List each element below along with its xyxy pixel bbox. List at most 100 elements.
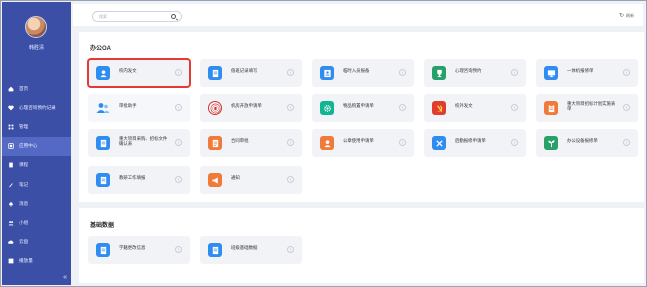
- app-card-label: 校外发文: [455, 103, 473, 108]
- search-placeholder: 搜索: [99, 14, 107, 19]
- chevron-right-icon: ›: [399, 104, 406, 111]
- chevron-right-icon: ›: [175, 176, 182, 183]
- contract-icon: [208, 136, 222, 150]
- tools-icon: [432, 136, 446, 150]
- sidebar-item-counseling-records[interactable]: 心理咨询预约记录: [2, 98, 71, 117]
- section-title: 办公OA: [90, 46, 112, 52]
- sidebar-item-label: 云盘: [19, 239, 29, 245]
- chevron-right-icon: ›: [175, 104, 182, 111]
- refresh-icon: ↻: [618, 13, 624, 19]
- app-card-all-in-one-repair[interactable]: 一体机报修单 ›: [536, 59, 638, 87]
- sidebar-item-cloud[interactable]: 云盘: [2, 233, 71, 252]
- app-card-label: 临时入员报备: [343, 68, 370, 73]
- collapse-sidebar-button[interactable]: «: [63, 274, 67, 281]
- home-icon: [8, 86, 14, 91]
- app-card-lab-open-request[interactable]: 机房开放申请单 ›: [200, 94, 302, 122]
- sidebar-item-group[interactable]: 小组: [2, 213, 71, 232]
- chevron-right-icon: ›: [175, 246, 182, 253]
- app-card-major-project-bid-plan[interactable]: 重大项目招标计划实施表单 ›: [536, 94, 638, 122]
- app-card-purchase-request[interactable]: 物品购置申请单 ›: [312, 94, 414, 122]
- app-card-approval-assistant[interactable]: 审批助手 ›: [88, 94, 190, 122]
- search-input[interactable]: 搜索: [92, 11, 182, 22]
- document-icon: [96, 136, 110, 150]
- app-card-label: 教研工作填报: [119, 175, 146, 180]
- top-bar: 搜索 ↻ 刷新: [73, 4, 643, 26]
- sidebar-item-label: 小组: [19, 219, 29, 225]
- app-card-student-status-change[interactable]: 学籍更改信息 ›: [88, 236, 190, 264]
- refresh-button[interactable]: ↻ 刷新: [618, 12, 634, 20]
- apps-icon: [8, 143, 14, 149]
- sidebar-item-app-center[interactable]: 应用中心: [2, 136, 71, 156]
- app-card-label: 一体机报修单: [567, 68, 594, 73]
- group-icon: [8, 221, 14, 226]
- sidebar-item-home[interactable]: 首页: [2, 79, 71, 98]
- avatar[interactable]: [25, 16, 47, 38]
- app-card-duty-log[interactable]: 值班记录填写 ›: [200, 59, 302, 87]
- app-card-logistics-repair[interactable]: 后勤报修申请单 ›: [424, 129, 526, 157]
- hammer-sickle-icon: [432, 101, 446, 115]
- chevron-right-icon: ›: [623, 104, 630, 111]
- app-card-external-document[interactable]: 校外发文 ›: [424, 94, 526, 122]
- sidebar-item-course[interactable]: 课程: [2, 156, 71, 175]
- document-icon: [208, 243, 222, 257]
- app-card-label: 办公设备报修单: [567, 138, 598, 143]
- app-card-notice[interactable]: 通知 ›: [200, 166, 302, 194]
- app-card-label: 校内发文: [119, 68, 137, 73]
- chart-icon: [8, 258, 14, 264]
- search-icon[interactable]: [171, 14, 176, 19]
- sidebar-item-plays[interactable]: 播放量: [2, 252, 71, 271]
- chevron-right-icon: ›: [399, 69, 406, 76]
- sidebar: 韩胜清 首页 心理咨询预约记录 管理 应用中心 课程 笔记 消息 小组 云盘 播…: [2, 2, 71, 285]
- heart-icon: [8, 105, 14, 111]
- chevron-right-icon: ›: [511, 69, 518, 76]
- app-card-teaching-research[interactable]: 教研工作填报 ›: [88, 166, 190, 194]
- plant-icon: [544, 136, 558, 150]
- grid-icon: [8, 124, 14, 130]
- app-card-label: 合同审批: [231, 138, 249, 143]
- id-card-icon: [320, 66, 334, 80]
- sidebar-item-label: 播放量: [19, 258, 33, 264]
- app-card-class-basic-data[interactable]: 班级基础数据 ›: [200, 236, 302, 264]
- sidebar-item-label: 首页: [19, 85, 29, 91]
- chevron-right-icon: ›: [175, 139, 182, 146]
- refresh-label: 刷新: [626, 12, 634, 18]
- pen-icon: [9, 182, 13, 187]
- app-card-label: 重大项目采购、招标文件确认表: [119, 136, 168, 146]
- sidebar-nav: 首页 心理咨询预约记录 管理 应用中心 课程 笔记 消息 小组 云盘 播放量: [2, 79, 71, 271]
- office-oa-panel: 办公OA 校内发文 › 值班记录填写 › 临时入员报备 › 心理咨询预约 › 一…: [79, 32, 644, 202]
- document-icon: [96, 173, 110, 187]
- app-card-label: 审批助手: [119, 103, 137, 108]
- app-card-counseling[interactable]: 心理咨询预约 ›: [424, 59, 526, 87]
- chevron-right-icon: ›: [287, 176, 294, 183]
- sidebar-item-label: 应用中心: [19, 143, 38, 149]
- app-card-temp-personnel[interactable]: 临时入员报备 ›: [312, 59, 414, 87]
- chevron-right-icon: ›: [399, 139, 406, 146]
- app-card-contract-approval[interactable]: 合同审批 ›: [200, 129, 302, 157]
- sidebar-item-manage[interactable]: 管理: [2, 117, 71, 136]
- sidebar-item-messages[interactable]: 消息: [2, 194, 71, 213]
- sidebar-item-notes[interactable]: 笔记: [2, 175, 71, 194]
- people-icon: [96, 101, 110, 115]
- app-card-major-project-bid-docs[interactable]: 重大项目采购、招标文件确认表 ›: [88, 129, 190, 157]
- document-icon: [208, 66, 222, 80]
- section-title: 基础数据: [90, 223, 115, 229]
- app-card-internal-document[interactable]: 校内发文 ›: [87, 58, 191, 88]
- username: 韩胜清: [28, 45, 44, 51]
- chevron-right-icon: ›: [623, 69, 630, 76]
- sidebar-item-label: 消息: [19, 200, 29, 206]
- app-card-label: 重大项目招标计划实施表单: [567, 101, 616, 111]
- app-card-seal-request[interactable]: 公章使用申请单 ›: [312, 129, 414, 157]
- app-card-label: 学籍更改信息: [119, 245, 146, 250]
- chevron-right-icon: ›: [287, 139, 294, 146]
- app-card-label: 公章使用申请单: [343, 138, 374, 143]
- chevron-right-icon: ›: [287, 69, 294, 76]
- sidebar-item-label: 心理咨询预约记录: [19, 104, 56, 110]
- app-card-office-equipment-repair[interactable]: 办公设备报修单 ›: [536, 129, 638, 157]
- app-card-label: 机房开放申请单: [231, 103, 262, 108]
- chevron-right-icon: ›: [623, 139, 630, 146]
- chevron-right-icon: ›: [287, 104, 294, 111]
- trophy-icon: [432, 66, 446, 80]
- clipboard-icon: [544, 101, 558, 115]
- app-card-label: 通知: [231, 175, 240, 180]
- chevron-right-icon: ›: [511, 139, 518, 146]
